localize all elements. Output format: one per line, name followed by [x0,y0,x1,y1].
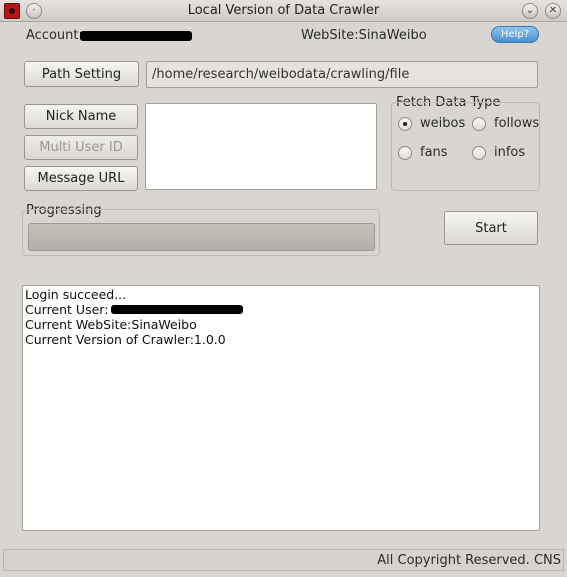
message-url-button[interactable]: Message URL [24,166,138,191]
title-bar: · Local Version of Data Crawler ⌄ ✕ [0,0,567,22]
log-output[interactable]: Login succeed... Current User: Current W… [22,285,540,531]
help-button[interactable]: Help? [491,26,539,43]
log-line-text: Current User: [25,302,109,317]
chevron-down-icon: ⌄ [525,5,535,16]
log-line: Login succeed... [25,287,127,302]
path-field[interactable]: /home/research/weibodata/crawling/file [146,61,538,88]
log-line: Current User: [25,302,537,317]
log-line: Current Version of Crawler:1.0.0 [25,332,226,347]
log-line: Current WebSite:SinaWeibo [25,317,197,332]
close-button[interactable]: ✕ [545,3,561,19]
weibos-radio[interactable] [398,117,412,131]
website-label: WebSite:SinaWeibo [301,28,427,43]
weibos-label[interactable]: weibos [420,116,465,131]
copyright-text: All Copyright Reserved. CNS [377,553,561,568]
close-icon: ✕ [548,5,558,16]
start-button[interactable]: Start [444,211,538,245]
user-redaction [111,305,243,314]
account-redaction [80,31,192,41]
account-label: Account: [26,28,83,43]
follows-label[interactable]: follows [494,116,539,131]
fans-label[interactable]: fans [420,145,448,160]
path-setting-button[interactable]: Path Setting [24,61,139,87]
follows-radio[interactable] [472,117,486,131]
window-title: Local Version of Data Crawler [187,3,380,18]
multi-user-id-button[interactable]: Multi User ID [24,135,138,160]
nick-name-button[interactable]: Nick Name [24,104,138,129]
status-bar: All Copyright Reserved. CNS [3,549,564,571]
fans-radio[interactable] [398,146,412,160]
infos-radio[interactable] [472,146,486,160]
user-input-box[interactable] [145,103,377,190]
minimize-button[interactable]: ⌄ [522,3,538,19]
infos-label[interactable]: infos [494,145,525,160]
progress-bar [28,223,375,251]
